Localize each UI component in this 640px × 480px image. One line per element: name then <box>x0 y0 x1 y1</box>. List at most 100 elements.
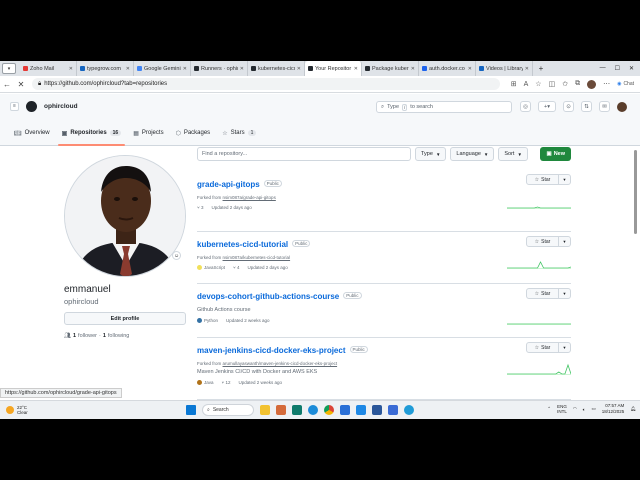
language-filter-button[interactable]: Language ▼ <box>450 147 495 161</box>
star-button[interactable]: ☆ Star ▼ <box>526 174 571 185</box>
new-tab-button[interactable]: + <box>536 64 546 73</box>
star-button[interactable]: ☆ Star ▼ <box>526 342 571 353</box>
followers-link[interactable]: follower <box>78 333 97 339</box>
fork-source-link[interactable]: arumullayaswanth/maven-jenkins-cicd-dock… <box>223 361 338 366</box>
star-button[interactable]: ☆ Star ▼ <box>526 288 571 299</box>
owner-name[interactable]: ophircloud <box>44 103 78 110</box>
repo-name-link[interactable]: grade-api-gitops <box>197 180 260 189</box>
url-field[interactable]: 🔒︎ https://github.com/ophircloud?tab=rep… <box>32 78 500 90</box>
type-filter-button[interactable]: Type ▼ <box>415 147 447 161</box>
fork-count[interactable]: ⑂ 3 <box>197 205 203 210</box>
app-icon[interactable] <box>404 405 414 415</box>
more-menu-icon[interactable]: ⋯ <box>603 80 610 88</box>
following-link[interactable]: following <box>108 333 129 339</box>
new-repository-button[interactable]: ▣ New <box>540 147 571 161</box>
minimize-button[interactable]: — <box>600 65 606 72</box>
maximize-button[interactable]: ☐ <box>615 65 620 72</box>
browser-tab[interactable]: auth.docker.co ✕ <box>419 61 476 76</box>
browser-tab[interactable]: Runners · ophir ✕ <box>191 61 248 76</box>
close-tab-icon[interactable]: ✕ <box>354 66 358 72</box>
fork-source-link[interactable]: nsim087a/kubernetes-cicd-tutorial <box>223 255 291 260</box>
close-tab-icon[interactable]: ✕ <box>468 66 472 72</box>
browser-profile-avatar[interactable] <box>587 79 597 89</box>
weather-widget[interactable]: 22°C Clear <box>6 405 28 415</box>
close-tab-icon[interactable]: ✕ <box>126 66 130 72</box>
tab-overview[interactable]: 📖︎ Overview <box>8 120 56 146</box>
clock[interactable]: 07:57 AM 18/12/2025 <box>602 403 625 415</box>
photos-icon[interactable] <box>276 405 286 415</box>
browser-tab[interactable]: typegrow.com ✕ <box>77 61 134 76</box>
store-icon[interactable] <box>340 405 350 415</box>
repo-name-link[interactable]: maven-jenkins-cicd-docker-eks-project <box>197 346 346 355</box>
star-list-dropdown-icon[interactable]: ▼ <box>559 237 570 246</box>
issues-icon[interactable]: ⊙ <box>563 101 574 112</box>
tab-packages[interactable]: ⬡ Packages <box>170 120 217 146</box>
close-tab-icon[interactable]: ✕ <box>411 66 415 72</box>
followers-count[interactable]: 1 <box>73 333 76 339</box>
browser-tab[interactable]: Google Gemini ✕ <box>134 61 191 76</box>
stop-loading-button[interactable]: ✕ <box>14 80 28 89</box>
apps-icon[interactable]: ⊞ <box>511 80 517 88</box>
battery-icon[interactable]: ▭ <box>591 406 595 412</box>
status-emoji-icon[interactable]: ☺ <box>172 251 181 260</box>
sort-button[interactable]: Sort ▼ <box>498 147 528 161</box>
vscode-icon[interactable] <box>356 405 366 415</box>
split-screen-icon[interactable]: ◫ <box>549 80 556 88</box>
close-window-button[interactable]: ✕ <box>629 65 634 72</box>
taskbar-search[interactable]: ⌕ Search <box>202 404 254 416</box>
tab-stars[interactable]: ☆ Stars 1 <box>216 120 262 146</box>
close-tab-icon[interactable]: ✕ <box>183 66 187 72</box>
fork-source-link[interactable]: nsim087a/grade-api-gitops <box>223 195 276 200</box>
favorites-icon[interactable]: ✩ <box>562 80 568 88</box>
user-avatar[interactable] <box>617 101 627 112</box>
browser-tab[interactable]: Zoho Mail ✕ <box>20 61 77 76</box>
close-tab-icon[interactable]: ✕ <box>69 66 73 72</box>
scrollbar-thumb[interactable] <box>634 150 637 234</box>
chrome-icon[interactable] <box>324 405 334 415</box>
read-aloud-icon[interactable]: A <box>524 81 529 88</box>
find-repository-input[interactable]: Find a repository... <box>197 147 411 161</box>
repo-name-link[interactable]: devops-cohort-github-actions-course <box>197 292 339 301</box>
teams-icon[interactable] <box>292 405 302 415</box>
favorite-star-icon[interactable]: ☆ <box>535 80 541 88</box>
tab-projects[interactable]: ▦ Projects <box>127 120 169 146</box>
star-list-dropdown-icon[interactable]: ▼ <box>559 289 570 298</box>
edge-browser-icon[interactable] <box>308 405 318 415</box>
star-list-dropdown-icon[interactable]: ▼ <box>559 343 570 352</box>
browser-tab[interactable]: Videos | Library ✕ <box>476 61 533 76</box>
edit-profile-button[interactable]: Edit profile <box>64 312 186 325</box>
windows-start-icon[interactable] <box>186 405 196 415</box>
browser-tab[interactable]: Package kuber ✕ <box>362 61 419 76</box>
pull-requests-icon[interactable]: ⇅ <box>581 101 592 112</box>
star-list-dropdown-icon[interactable]: ▼ <box>559 175 570 184</box>
create-new-button[interactable]: +▾ <box>538 101 556 112</box>
volume-icon[interactable]: 🔈︎ <box>583 407 586 412</box>
notepad-icon[interactable] <box>388 405 398 415</box>
profile-avatar[interactable] <box>64 155 186 277</box>
back-button[interactable]: ← <box>0 80 14 89</box>
tray-chevron-icon[interactable]: ⌃ <box>547 406 551 412</box>
terminal-icon[interactable] <box>372 405 382 415</box>
notifications-bell-icon[interactable]: 🔔︎ <box>630 406 636 412</box>
close-tab-icon[interactable]: ✕ <box>240 66 244 72</box>
tab-actions-menu-button[interactable]: ▾ <box>2 63 16 74</box>
github-logo-icon[interactable] <box>26 100 37 112</box>
collections-icon[interactable]: ⧉ <box>575 80 580 88</box>
browser-tab[interactable]: kubernetes-cicd ✕ <box>248 61 305 76</box>
fork-count[interactable]: ⑂ 12 <box>222 380 231 385</box>
github-search-input[interactable]: ⌕ Type / to search <box>376 101 512 113</box>
hamburger-menu-button[interactable]: ≡ <box>10 101 19 111</box>
fork-count[interactable]: ⑂ 4 <box>233 265 239 270</box>
notifications-icon[interactable]: ✉ <box>599 101 610 112</box>
file-explorer-icon[interactable] <box>260 405 270 415</box>
repo-name-link[interactable]: kubernetes-cicd-tutorial <box>197 240 288 249</box>
tab-repositories[interactable]: ▣ Repositories 16 <box>56 120 128 146</box>
copilot-chat-button[interactable]: ◉ Chat <box>617 81 634 87</box>
close-tab-icon[interactable]: ✕ <box>525 66 529 72</box>
close-tab-icon[interactable]: ✕ <box>297 66 301 72</box>
following-count[interactable]: 1 <box>103 333 106 339</box>
browser-tab[interactable]: Your Repositor ✕ <box>305 61 362 76</box>
page-scrollbar[interactable] <box>632 146 638 419</box>
star-button[interactable]: ☆ Star ▼ <box>526 236 571 247</box>
wifi-icon[interactable]: ◠ <box>573 406 577 412</box>
